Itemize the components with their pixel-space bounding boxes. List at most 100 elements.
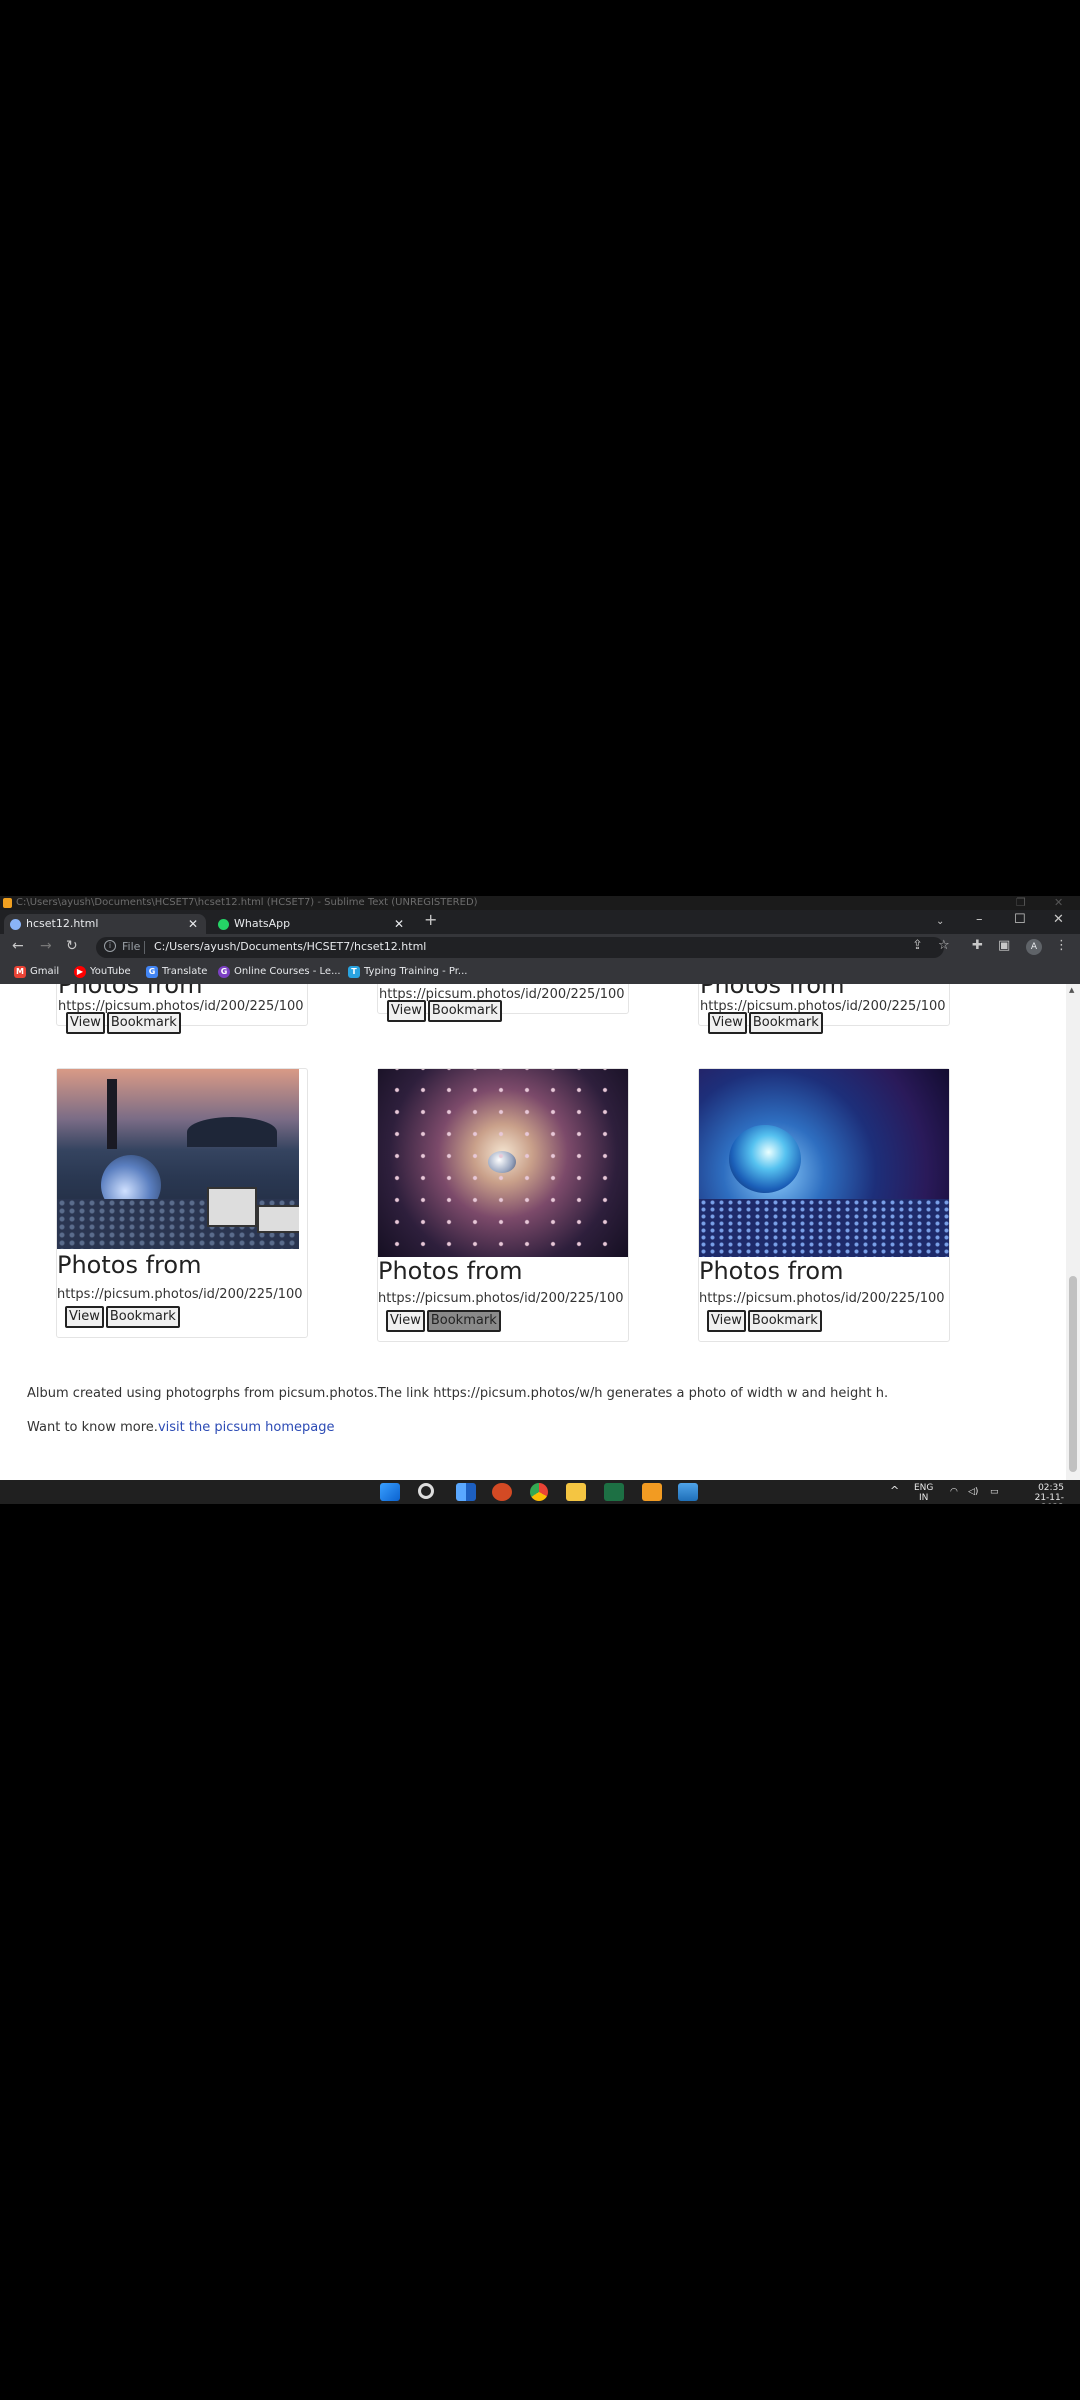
courses-icon: G: [218, 966, 230, 978]
card-heading: Photos from: [58, 984, 203, 999]
view-button[interactable]: View: [66, 1012, 105, 1034]
card-actions: View Bookmark: [387, 999, 504, 1022]
star-icon[interactable]: ☆: [938, 938, 950, 953]
url-text[interactable]: C:/Users/ayush/Documents/HCSET7/hcset12.…: [154, 940, 426, 953]
clock[interactable]: 02:35 21-11-2022: [1014, 1483, 1064, 1504]
whatsapp-icon: [218, 919, 229, 930]
view-button[interactable]: View: [386, 1310, 425, 1332]
card-actions: View Bookmark: [707, 1309, 824, 1332]
bookmark-online-courses[interactable]: G Online Courses - Le...: [218, 965, 341, 979]
page-scrollbar[interactable]: ▲: [1066, 984, 1080, 1480]
search-icon[interactable]: [418, 1483, 434, 1499]
volume-icon[interactable]: ◁): [968, 1487, 978, 1497]
reload-icon[interactable]: ↻: [66, 938, 78, 954]
battery-icon[interactable]: ▭: [990, 1487, 999, 1497]
excel-icon[interactable]: [604, 1483, 624, 1501]
photo-card: https://picsum.photos/id/200/225/100 Vie…: [377, 984, 629, 1022]
bookmark-button[interactable]: Bookmark: [105, 1306, 180, 1328]
translate-icon: G: [146, 966, 158, 978]
file-explorer-icon[interactable]: [566, 1483, 586, 1501]
view-button[interactable]: View: [708, 1012, 747, 1034]
close-window-icon[interactable]: ✕: [1053, 912, 1064, 927]
bookmark-button[interactable]: Bookmark: [426, 1310, 501, 1332]
maximize-icon[interactable]: ☐: [1014, 912, 1026, 927]
tab-search-icon[interactable]: ⌄: [936, 916, 944, 927]
view-button[interactable]: View: [387, 1000, 426, 1022]
card-actions: View Bookmark: [708, 1011, 825, 1034]
bookmark-button[interactable]: Bookmark: [106, 1012, 181, 1034]
photos-icon[interactable]: [678, 1483, 698, 1501]
picsum-homepage-link[interactable]: visit the picsum homepage: [158, 1420, 335, 1435]
lighthouse-shape: [107, 1079, 117, 1149]
bookmark-button[interactable]: Bookmark: [427, 1000, 502, 1022]
device-mockup: [207, 1187, 257, 1227]
bookmark-gmail[interactable]: M Gmail: [14, 965, 59, 979]
close-icon[interactable]: ✕: [394, 914, 404, 934]
powerpoint-icon[interactable]: [492, 1483, 512, 1501]
browser-toolbar: ← → ↻ i File C:/Users/ayush/Documents/HC…: [0, 934, 1080, 960]
more-prefix: Want to know more.: [27, 1420, 158, 1435]
sublime-text-icon[interactable]: [642, 1483, 662, 1501]
card-link-text: https://picsum.photos/id/200/225/100: [57, 1287, 303, 1302]
tab-hcset12[interactable]: hcset12.html ✕: [4, 914, 206, 934]
bookmark-label: Typing Training - Pr...: [364, 966, 468, 977]
address-bar[interactable]: i File C:/Users/ayush/Documents/HCSET7/h…: [96, 937, 944, 958]
minimize-icon[interactable]: –: [976, 912, 983, 927]
photo-card: Photos from https://picsum.photos/id/200…: [56, 984, 308, 1034]
forward-arrow-icon[interactable]: →: [40, 938, 52, 954]
card-heading: Photos from: [700, 984, 845, 999]
bookmark-typing-training[interactable]: T Typing Training - Pr...: [348, 965, 467, 979]
bookmark-youtube[interactable]: ▶ YouTube: [74, 965, 131, 979]
bookmark-button[interactable]: Bookmark: [747, 1310, 822, 1332]
droplets-shape: [378, 1069, 628, 1257]
address-divider: [144, 941, 145, 954]
card-link-text: https://picsum.photos/id/200/225/100: [699, 1291, 945, 1306]
scrollbar-thumb[interactable]: [1069, 1276, 1077, 1472]
tab-whatsapp[interactable]: WhatsApp ✕: [212, 914, 412, 934]
widgets-icon[interactable]: [456, 1483, 476, 1501]
info-icon[interactable]: i: [104, 940, 116, 952]
bookmark-label: Online Courses - Le...: [234, 966, 341, 977]
sublime-restore-icon[interactable]: ❐: [1016, 896, 1026, 910]
more-info-line: Want to know more.visit the picsum homep…: [27, 1420, 334, 1435]
new-tab-button[interactable]: +: [424, 910, 437, 929]
scheme-label: File: [122, 940, 141, 953]
show-hidden-icons-icon[interactable]: ^: [890, 1485, 899, 1496]
sublime-app-icon: [3, 898, 12, 908]
clock-date: 21-11-2022: [1034, 1493, 1064, 1504]
photo-card: Photos from https://picsum.photos/id/200…: [56, 1068, 308, 1338]
album-note: Album created using photogrphs from pics…: [27, 1386, 889, 1401]
bookmark-translate[interactable]: G Translate: [146, 965, 207, 979]
hill-shape: [187, 1117, 277, 1147]
tab-label: WhatsApp: [234, 917, 291, 930]
tab-label: hcset12.html: [26, 917, 99, 930]
windows-start-icon[interactable]: [380, 1483, 400, 1501]
card-photo-water-drops[interactable]: [378, 1069, 628, 1257]
chrome-icon[interactable]: [530, 1483, 548, 1501]
side-panel-icon[interactable]: ▣: [998, 938, 1010, 953]
card-actions: View Bookmark: [386, 1309, 503, 1332]
share-icon[interactable]: ⇪: [912, 938, 923, 953]
typing-icon: T: [348, 966, 360, 978]
card-heading: Photos from: [378, 1257, 523, 1285]
bookmark-button[interactable]: Bookmark: [748, 1012, 823, 1034]
extensions-icon[interactable]: ✚: [972, 938, 983, 953]
back-arrow-icon[interactable]: ←: [12, 938, 24, 954]
card-heading: Photos from: [699, 1257, 844, 1285]
wifi-icon[interactable]: ◠: [950, 1487, 958, 1497]
scroll-up-icon[interactable]: ▲: [1069, 986, 1074, 994]
device-mockup: [257, 1205, 299, 1233]
card-photo-blue-orb[interactable]: [699, 1069, 949, 1257]
card-heading: Photos from: [57, 1251, 202, 1279]
card-actions: View Bookmark: [66, 1011, 183, 1034]
clock-time: 02:35: [1038, 1483, 1064, 1493]
card-photo-lighthouse[interactable]: [57, 1069, 299, 1249]
bookmarks-bar: M Gmail ▶ YouTube G Translate G Online C…: [0, 960, 1080, 984]
menu-kebab-icon[interactable]: ⋮: [1055, 938, 1068, 953]
sublime-close-icon[interactable]: ✕: [1054, 896, 1063, 910]
profile-avatar[interactable]: A: [1026, 939, 1042, 955]
language-indicator[interactable]: ENG IN: [914, 1483, 933, 1503]
view-button[interactable]: View: [707, 1310, 746, 1332]
view-button[interactable]: View: [65, 1306, 104, 1328]
close-icon[interactable]: ✕: [188, 914, 198, 934]
